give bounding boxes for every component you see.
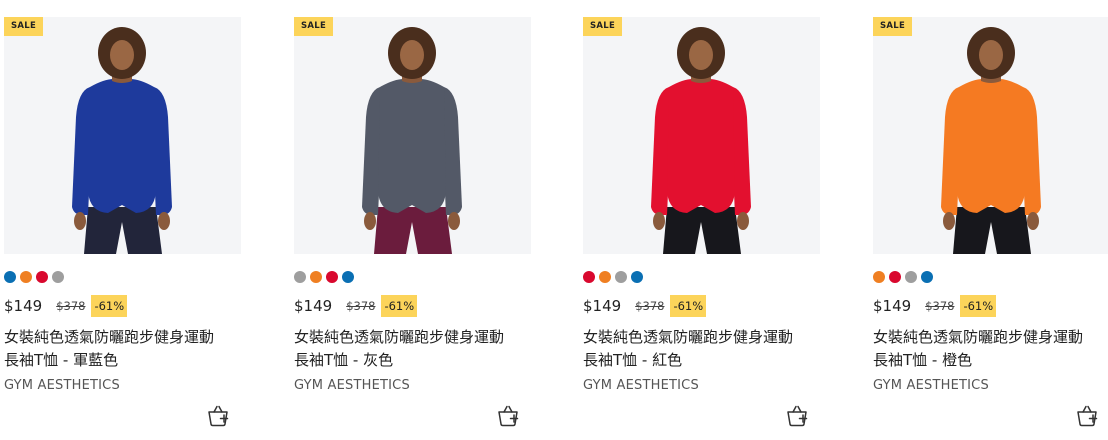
sale-price: $149 <box>583 297 622 315</box>
product-card[interactable]: SALE $149 $378 -61% 女裝純色透氣防曬跑步健身運動 長袖T恤 … <box>294 17 531 440</box>
product-image[interactable]: SALE <box>583 17 820 254</box>
product-title[interactable]: 女裝純色透氣防曬跑步健身運動 長袖T恤 - 橙色 <box>873 326 1108 372</box>
sale-badge: SALE <box>873 17 913 36</box>
product-title-line2: 長袖T恤 - 灰色 <box>294 351 394 369</box>
color-swatches <box>873 271 933 283</box>
product-title-line2: 長袖T恤 - 橙色 <box>873 351 973 369</box>
add-to-cart-basket-icon[interactable] <box>1075 404 1099 428</box>
sale-price: $149 <box>873 297 912 315</box>
discount-badge: -61% <box>960 295 997 317</box>
discount-badge: -61% <box>381 295 418 317</box>
add-to-cart-basket-icon[interactable] <box>496 404 520 428</box>
original-price: $378 <box>925 299 955 313</box>
discount-badge: -61% <box>670 295 707 317</box>
product-title-line2: 長袖T恤 - 軍藍色 <box>4 351 119 369</box>
add-to-cart-basket-icon[interactable] <box>206 404 230 428</box>
price-row: $149 $378 -61% <box>873 293 997 319</box>
product-image[interactable]: SALE <box>873 17 1108 254</box>
original-price: $378 <box>56 299 86 313</box>
model-pants <box>663 207 741 254</box>
sale-badge: SALE <box>583 17 623 36</box>
color-swatches <box>294 271 354 283</box>
product-title-line1: 女裝純色透氣防曬跑步健身運動 <box>294 328 505 346</box>
color-swatch[interactable] <box>889 271 901 283</box>
color-swatch[interactable] <box>873 271 885 283</box>
model-pants <box>84 207 162 254</box>
product-title[interactable]: 女裝純色透氣防曬跑步健身運動 長袖T恤 - 軍藍色 <box>4 326 241 372</box>
brand-name[interactable]: GYM AESTHETICS <box>873 378 989 393</box>
color-swatch[interactable] <box>36 271 48 283</box>
color-swatch[interactable] <box>583 271 595 283</box>
sale-badge: SALE <box>4 17 44 36</box>
price-row: $149 $378 -61% <box>294 293 418 319</box>
color-swatch[interactable] <box>615 271 627 283</box>
add-to-cart-basket-icon[interactable] <box>785 404 809 428</box>
discount-badge: -61% <box>91 295 128 317</box>
brand-name[interactable]: GYM AESTHETICS <box>583 378 699 393</box>
color-swatch[interactable] <box>905 271 917 283</box>
color-swatch[interactable] <box>342 271 354 283</box>
product-title-line1: 女裝純色透氣防曬跑步健身運動 <box>4 328 215 346</box>
color-swatch[interactable] <box>52 271 64 283</box>
sale-badge: SALE <box>294 17 334 36</box>
model-pants <box>953 207 1031 254</box>
original-price: $378 <box>346 299 376 313</box>
color-swatch[interactable] <box>310 271 322 283</box>
color-swatch[interactable] <box>326 271 338 283</box>
price-row: $149 $378 -61% <box>4 293 128 319</box>
product-card[interactable]: SALE $149 $378 -61% 女裝純色透氣防曬跑步健身運動 長袖T恤 … <box>583 17 820 440</box>
product-title[interactable]: 女裝純色透氣防曬跑步健身運動 長袖T恤 - 灰色 <box>294 326 531 372</box>
color-swatch[interactable] <box>20 271 32 283</box>
color-swatch[interactable] <box>294 271 306 283</box>
sale-price: $149 <box>294 297 333 315</box>
product-card[interactable]: SALE $149 $378 -61% 女裝純色透氣防曬跑步健身運動 長袖T恤 … <box>4 17 241 440</box>
model-pants <box>374 207 452 254</box>
price-row: $149 $378 -61% <box>583 293 707 319</box>
color-swatch[interactable] <box>631 271 643 283</box>
color-swatches <box>4 271 64 283</box>
sale-price: $149 <box>4 297 43 315</box>
product-title-line2: 長袖T恤 - 紅色 <box>583 351 683 369</box>
product-title-line1: 女裝純色透氣防曬跑步健身運動 <box>873 328 1084 346</box>
brand-name[interactable]: GYM AESTHETICS <box>4 378 120 393</box>
product-image[interactable]: SALE <box>4 17 241 254</box>
product-title-line1: 女裝純色透氣防曬跑步健身運動 <box>583 328 794 346</box>
color-swatches <box>583 271 643 283</box>
product-image[interactable]: SALE <box>294 17 531 254</box>
original-price: $378 <box>635 299 665 313</box>
product-title[interactable]: 女裝純色透氣防曬跑步健身運動 長袖T恤 - 紅色 <box>583 326 820 372</box>
brand-name[interactable]: GYM AESTHETICS <box>294 378 410 393</box>
color-swatch[interactable] <box>599 271 611 283</box>
product-card[interactable]: SALE $149 $378 -61% 女裝純色透氣防曬跑步健身運動 長袖T恤 … <box>873 17 1108 440</box>
color-swatch[interactable] <box>921 271 933 283</box>
color-swatch[interactable] <box>4 271 16 283</box>
